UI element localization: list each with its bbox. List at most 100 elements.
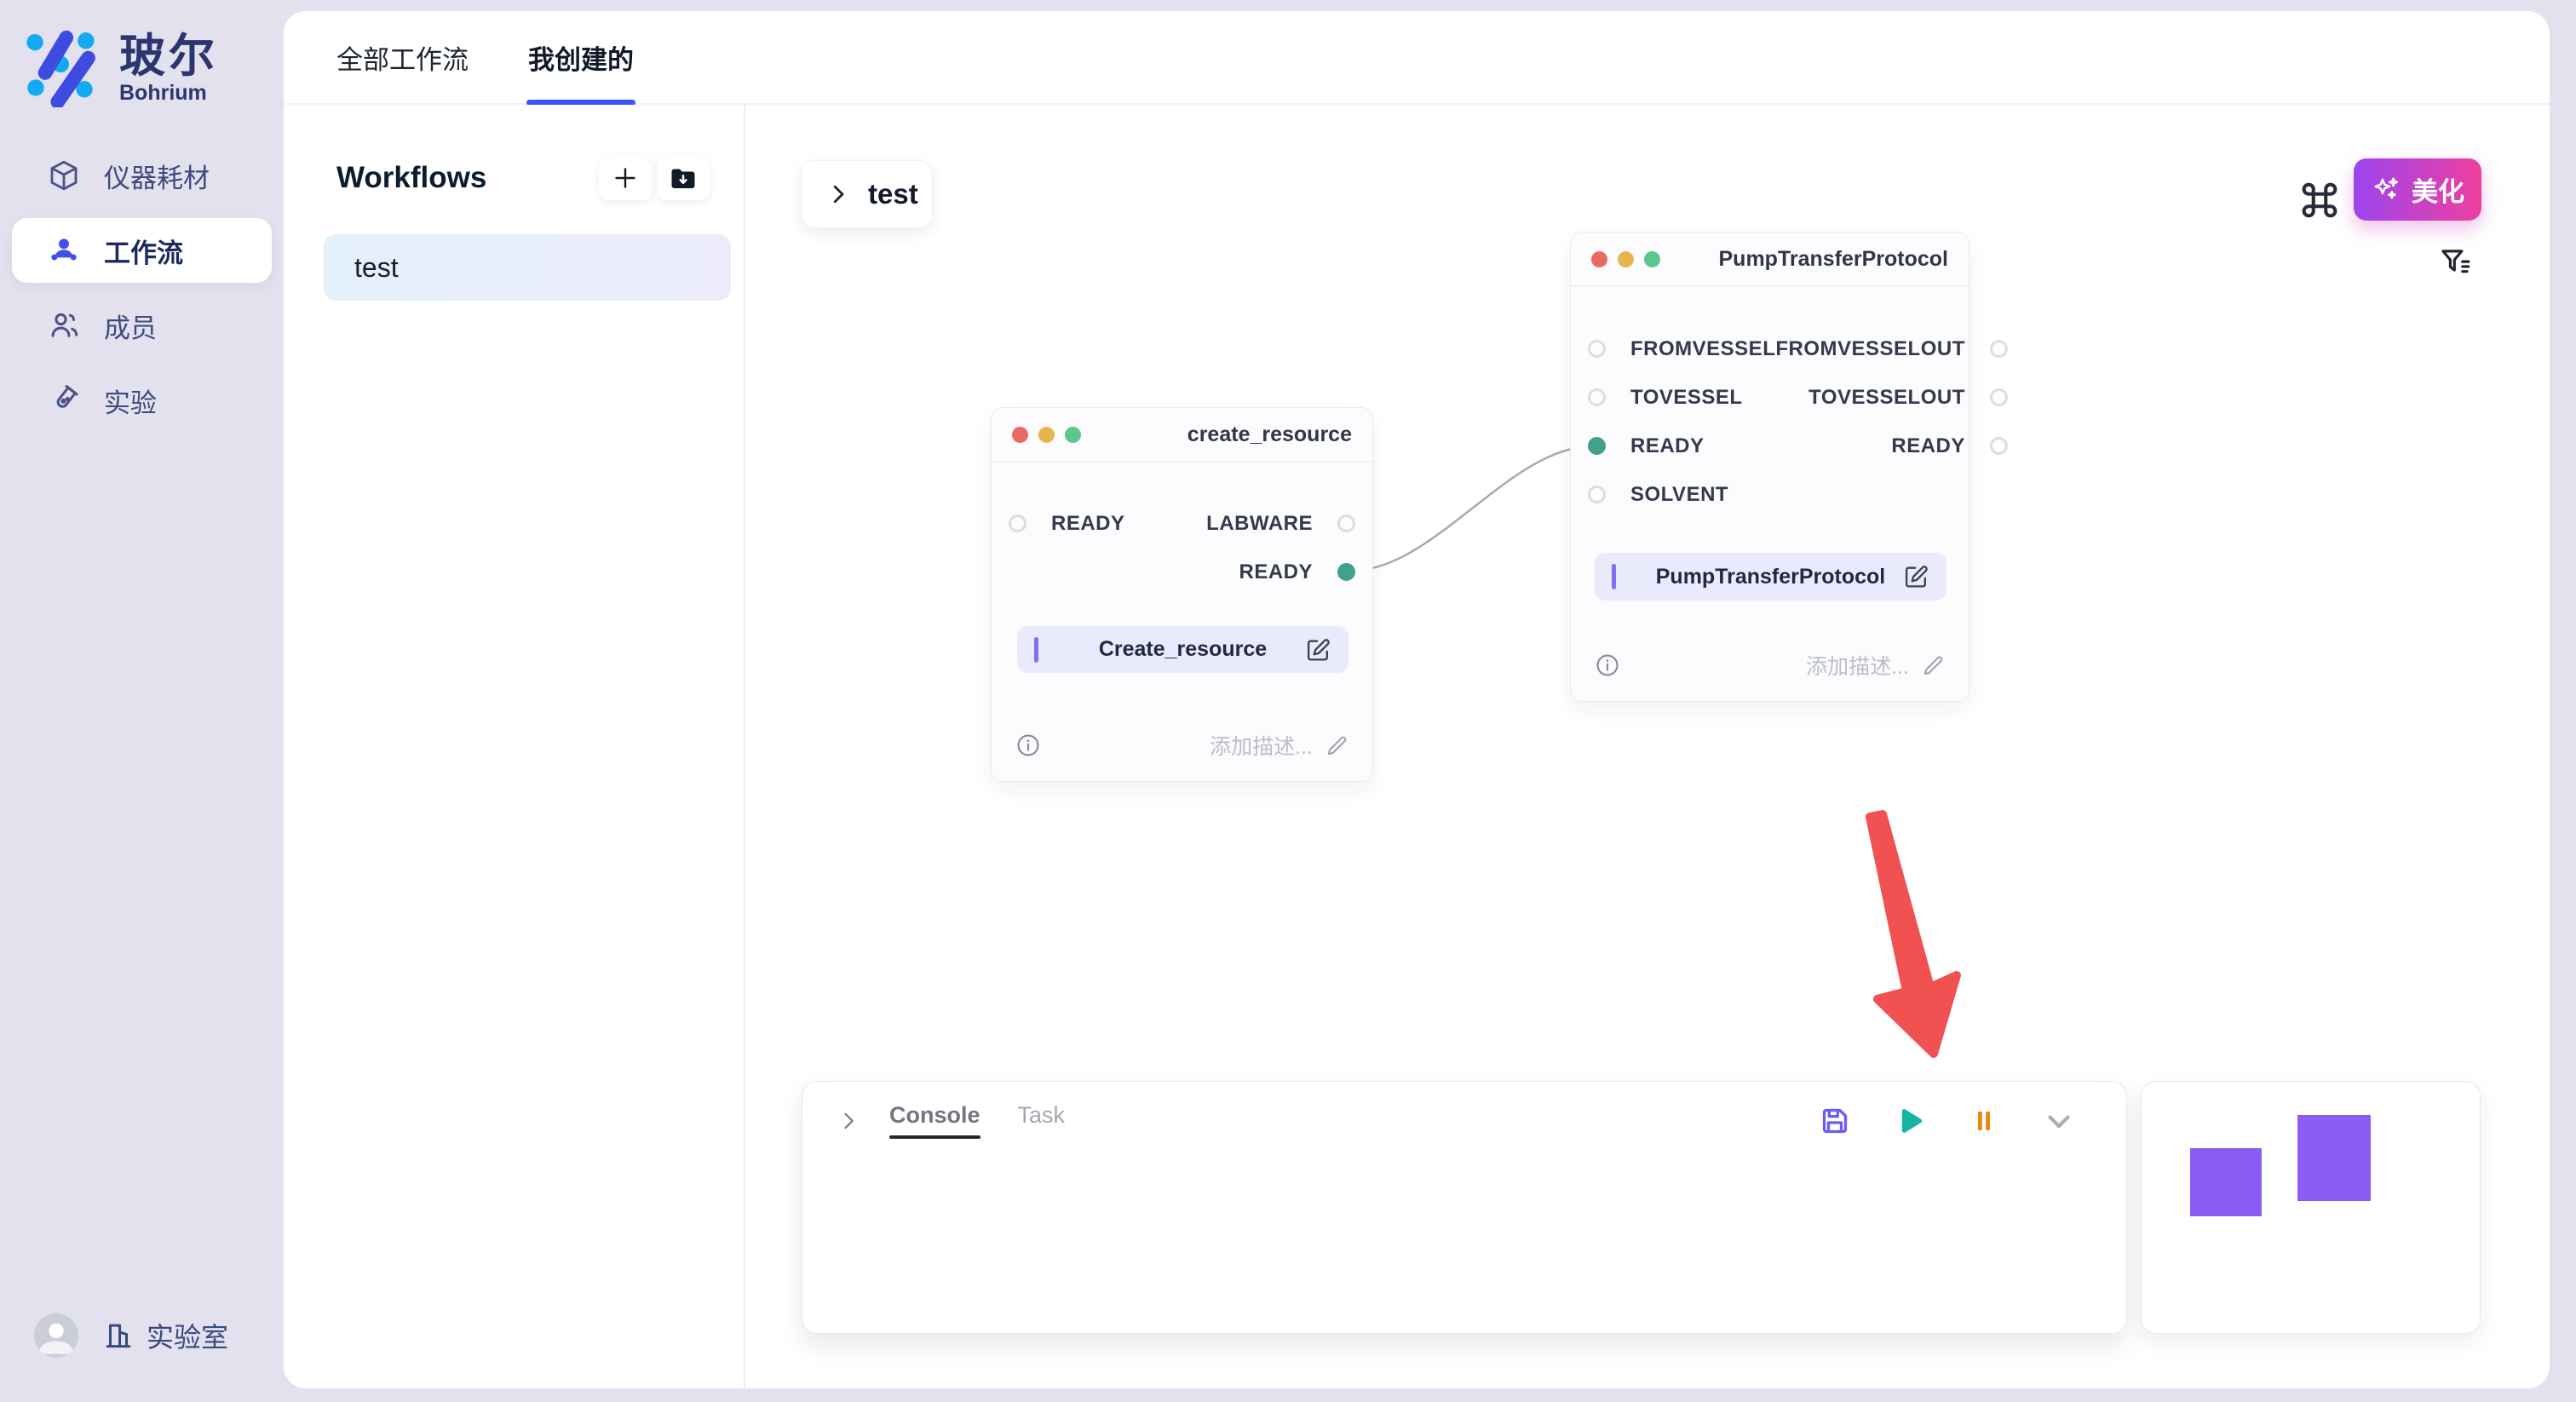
pencil-icon <box>1325 733 1349 758</box>
command-icon <box>2295 175 2344 225</box>
port-dot-connected[interactable] <box>1337 563 1355 581</box>
brand-name-en: Bohrium <box>119 82 218 104</box>
run-button[interactable] <box>1893 1104 1927 1138</box>
add-description[interactable]: 添加描述... <box>1210 730 1349 761</box>
console-expand-button[interactable] <box>837 1109 871 1133</box>
add-description[interactable]: 添加描述... <box>1806 650 1946 681</box>
team-icon <box>46 233 82 268</box>
info-icon[interactable] <box>1015 732 1042 759</box>
port-out-labware[interactable]: LABWARE <box>1206 499 1372 548</box>
sidebar-item-label: 工作流 <box>104 232 183 270</box>
import-workflow-button[interactable] <box>657 156 710 200</box>
port-in-ready[interactable]: READY <box>1571 422 1775 470</box>
node-header: PumpTransferProtocol <box>1571 233 1969 287</box>
port-in-fromvessel[interactable]: FROMVESSEL <box>1571 325 1775 373</box>
play-icon <box>1893 1104 1927 1138</box>
sparkles-icon <box>2371 175 2401 205</box>
minimap[interactable] <box>2141 1081 2481 1334</box>
port-in-tovessel[interactable]: TOVESSEL <box>1571 373 1775 422</box>
sidebar: 玻尔 Bohrium 仪器耗材 工作流 <box>0 0 284 1402</box>
breadcrumb-chip[interactable]: test <box>801 160 933 228</box>
node-title: create_resource <box>1187 422 1352 447</box>
sidebar-item-workflow[interactable]: 工作流 <box>12 218 272 283</box>
filter-button[interactable] <box>2435 243 2475 282</box>
filter-icon <box>2437 244 2473 280</box>
tab-all-workflows[interactable]: 全部工作流 <box>336 11 469 103</box>
edit-icon[interactable] <box>1903 564 1929 590</box>
bohrium-logo-icon <box>26 29 104 107</box>
accent-bar <box>1612 564 1616 589</box>
package-icon <box>46 158 82 193</box>
node-pump-transfer-protocol[interactable]: PumpTransferProtocol FROMVESSEL TOVESSEL… <box>1570 232 1969 702</box>
info-icon[interactable] <box>1594 652 1621 679</box>
tab-task[interactable]: Task <box>1018 1102 1066 1139</box>
chevron-right-icon <box>825 181 851 207</box>
sidebar-item-experiments[interactable]: 实验 <box>12 363 272 438</box>
workflow-list-item-test[interactable]: test <box>324 234 731 301</box>
save-button[interactable] <box>1818 1104 1852 1138</box>
port-dot[interactable] <box>1990 388 2008 406</box>
beautify-button[interactable]: 美化 <box>2354 158 2481 221</box>
workflows-title: Workflows <box>336 161 486 195</box>
testtube-icon <box>46 382 82 418</box>
port-dot[interactable] <box>1990 340 2008 358</box>
building-icon <box>102 1319 135 1352</box>
port-out-ready[interactable]: READY <box>1775 422 2025 470</box>
sidebar-item-instruments[interactable]: 仪器耗材 <box>12 138 272 213</box>
content-panel: 全部工作流 我创建的 Workflows <box>284 11 2550 1388</box>
edit-icon[interactable] <box>1305 636 1331 663</box>
sidebar-item-label: 成员 <box>104 307 157 345</box>
save-icon <box>1818 1104 1852 1138</box>
pause-button[interactable] <box>1968 1105 2000 1137</box>
lab-label: 实验室 <box>147 1316 228 1355</box>
sidebar-item-label: 实验 <box>104 382 157 420</box>
breadcrumb-label: test <box>868 178 918 210</box>
minimap-node <box>2190 1148 2262 1216</box>
plus-icon <box>610 163 641 193</box>
traffic-dots-icon <box>1591 251 1660 267</box>
brand-name-zh: 玻尔 <box>119 32 218 81</box>
node-action-button[interactable]: Create_resource <box>1017 626 1348 673</box>
sidebar-item-members[interactable]: 成员 <box>12 288 272 363</box>
add-workflow-button[interactable] <box>599 156 652 200</box>
members-icon <box>46 307 82 343</box>
traffic-dots-icon <box>1012 427 1081 443</box>
node-create-resource[interactable]: create_resource READY LABWARE READY <box>991 407 1373 782</box>
port-dot[interactable] <box>1588 340 1606 358</box>
folder-download-icon <box>668 163 699 193</box>
chevron-down-icon <box>2041 1103 2077 1139</box>
console-collapse-button[interactable] <box>2041 1103 2077 1139</box>
lab-switcher[interactable]: 实验室 <box>102 1316 228 1355</box>
beautify-label: 美化 <box>2412 170 2464 209</box>
port-dot[interactable] <box>1588 486 1606 503</box>
port-in-solvent[interactable]: SOLVENT <box>1571 470 1775 519</box>
node-title: PumpTransferProtocol <box>1719 247 1949 272</box>
sidebar-footer: 实验室 <box>34 1313 228 1358</box>
workflow-item-name: test <box>354 252 399 284</box>
node-action-button[interactable]: PumpTransferProtocol <box>1595 553 1946 600</box>
port-in-ready[interactable]: READY <box>992 499 1125 548</box>
avatar[interactable] <box>34 1313 78 1358</box>
workflow-list-panel: Workflows <box>284 105 745 1388</box>
sidebar-item-label: 仪器耗材 <box>104 157 210 195</box>
shortcut-keys-button[interactable] <box>2292 173 2347 227</box>
port-dot[interactable] <box>1337 514 1355 532</box>
port-dot-connected[interactable] <box>1588 437 1606 455</box>
brand-logo[interactable]: 玻尔 Bohrium <box>26 29 218 107</box>
accent-bar <box>1034 637 1038 663</box>
port-dot[interactable] <box>1009 514 1026 532</box>
pencil-icon <box>1921 653 1946 678</box>
minimap-node <box>2297 1115 2371 1201</box>
port-dot[interactable] <box>1990 437 2008 455</box>
port-out-tovesselout[interactable]: TOVESSELOUT <box>1775 373 2025 422</box>
workflow-tabbar: 全部工作流 我创建的 <box>284 11 2550 105</box>
pause-icon <box>1968 1105 2000 1137</box>
sidebar-nav: 仪器耗材 工作流 成员 <box>0 138 284 438</box>
console-panel: Console Task <box>802 1081 2127 1334</box>
port-dot[interactable] <box>1588 388 1606 406</box>
node-header: create_resource <box>992 408 1372 463</box>
tab-console[interactable]: Console <box>889 1102 980 1139</box>
port-out-fromvesselout[interactable]: FROMVESSELOUT <box>1775 325 2025 373</box>
tab-created-by-me[interactable]: 我创建的 <box>528 11 634 103</box>
port-out-ready[interactable]: READY <box>1206 548 1372 596</box>
